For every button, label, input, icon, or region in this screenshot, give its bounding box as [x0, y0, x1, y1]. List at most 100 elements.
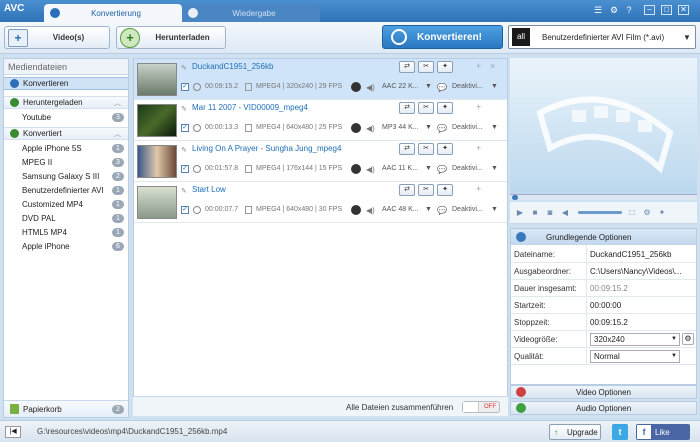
- list-item[interactable]: ✎ Start Low ⇄ ✂ ✦ + ✓ 00:00:07.7 MPEG4 |…: [134, 182, 507, 223]
- list-item[interactable]: ✎ DuckandC1951_256kb ⇄ ✂ ✦ + × ✓ 00:09:1…: [134, 59, 507, 100]
- upgrade-button[interactable]: ↑ Upgrade: [549, 424, 601, 440]
- sidebar-group-heruntergeladen[interactable]: Heruntergeladen ︿: [4, 96, 128, 109]
- add-video-button[interactable]: + Video(s): [4, 26, 110, 49]
- stop-time-field[interactable]: 00:09:15.2: [587, 318, 696, 327]
- subtitle-select[interactable]: Deaktivi...: [452, 124, 483, 131]
- video-thumbnail: [137, 145, 177, 178]
- facebook-like-button[interactable]: f Like: [636, 424, 690, 440]
- subtitle-select[interactable]: Deaktivi...: [452, 165, 483, 172]
- item-checkbox[interactable]: ✓: [181, 206, 189, 214]
- speech-bubble-icon: 💬: [437, 206, 447, 215]
- twitter-button[interactable]: t: [612, 424, 628, 440]
- video-size-select[interactable]: 320x240 ▼: [590, 332, 680, 346]
- audio-track-select[interactable]: AAC 48 K...: [382, 206, 419, 213]
- speech-bubble-icon: 💬: [437, 83, 447, 92]
- sidebar-item-converted[interactable]: Samsung Galaxy S III 2: [4, 170, 128, 183]
- maximize-button[interactable]: □: [661, 5, 672, 15]
- magic-wand-icon[interactable]: ✦: [437, 61, 453, 73]
- scissors-icon[interactable]: ✂: [418, 184, 434, 196]
- video-options-bar[interactable]: Video Optionen: [510, 385, 697, 399]
- list-item[interactable]: ✎ Mar 11 2007 - VID00009_mpeg4 ⇄ ✂ ✦ + ✓…: [134, 100, 507, 141]
- magic-wand-icon[interactable]: ✦: [437, 102, 453, 114]
- minimize-button[interactable]: –: [644, 5, 655, 15]
- camera-icon[interactable]: ◙: [544, 207, 556, 219]
- item-checkbox[interactable]: ✓: [181, 124, 189, 132]
- scissors-icon[interactable]: ✂: [418, 61, 434, 73]
- magic-wand-icon[interactable]: ✦: [437, 143, 453, 155]
- filename-field[interactable]: DuckandC1951_256kb: [587, 250, 696, 259]
- settings-icon[interactable]: ⚙: [641, 207, 653, 219]
- sidebar-item-youtube[interactable]: Youtube 3: [4, 111, 128, 124]
- output-format-select[interactable]: all Benutzerdefinierter AVI Film (*.avi)…: [508, 25, 696, 49]
- pencil-icon[interactable]: ✎: [181, 187, 188, 195]
- item-checkbox[interactable]: ✓: [181, 83, 189, 91]
- pencil-icon[interactable]: ✎: [181, 64, 188, 72]
- sidebar-group-konvertiert[interactable]: Konvertiert ︿: [4, 127, 128, 140]
- add-icon[interactable]: +: [476, 61, 481, 71]
- seek-handle[interactable]: [512, 195, 518, 200]
- stop-icon[interactable]: ■: [529, 207, 541, 219]
- menu-icon[interactable]: ☰: [592, 4, 604, 16]
- swap-icon[interactable]: ⇄: [399, 184, 415, 196]
- fullscreen-icon[interactable]: □: [626, 207, 638, 219]
- merge-toggle[interactable]: OFF: [462, 401, 500, 413]
- sidebar-item-konvertieren[interactable]: Konvertieren: [4, 77, 128, 90]
- close-button[interactable]: ✕: [678, 5, 689, 15]
- swap-icon[interactable]: ⇄: [399, 143, 415, 155]
- gear-icon[interactable]: ⚙: [608, 4, 620, 16]
- swap-icon[interactable]: ⇄: [399, 102, 415, 114]
- item-actions: ⇄ ✂ ✦: [399, 61, 456, 73]
- sidebar-item-converted[interactable]: Benutzerdefinierter AVI 1: [4, 184, 128, 197]
- add-icon[interactable]: +: [476, 102, 481, 112]
- sidebar-item-converted[interactable]: MPEG II 3: [4, 156, 128, 169]
- play-icon[interactable]: ▶: [514, 207, 526, 219]
- audio-track-select[interactable]: AAC 22 K...: [382, 83, 419, 90]
- options-header[interactable]: Grundlegende Optionen: [511, 229, 696, 245]
- help-icon[interactable]: ?: [623, 4, 635, 16]
- volume-slider[interactable]: [578, 211, 622, 214]
- download-button[interactable]: + Herunterladen: [116, 26, 226, 49]
- add-icon[interactable]: +: [476, 143, 481, 153]
- audio-options-bar[interactable]: Audio Optionen: [510, 401, 697, 415]
- sidebar-item-converted[interactable]: HTML5 MP4 1: [4, 226, 128, 239]
- quality-select[interactable]: Normal ▼: [590, 349, 680, 363]
- output-folder-field[interactable]: C:\Users\Nancy\Videos\...: [587, 267, 696, 276]
- skip-icon[interactable]: |◀: [5, 426, 21, 438]
- convert-icon: [10, 79, 19, 88]
- magic-wand-icon[interactable]: ✦: [437, 184, 453, 196]
- scissors-icon[interactable]: ✂: [418, 143, 434, 155]
- list-item[interactable]: ✎ Living On A Prayer - Sungha Jung_mpeg4…: [134, 141, 507, 182]
- close-icon[interactable]: ×: [490, 61, 495, 71]
- tab-konvertierung[interactable]: Konvertierung: [44, 4, 182, 22]
- audio-track-select[interactable]: MP3 44 K...: [382, 124, 419, 131]
- refresh-icon: [391, 29, 407, 45]
- sidebar-item-papierkorb[interactable]: Papierkorb 2: [4, 400, 128, 417]
- total-duration-value: 00:09:15.2: [590, 283, 628, 293]
- start-time-field[interactable]: 00:00:00: [587, 301, 696, 310]
- count-badge: 6: [112, 242, 124, 251]
- add-icon[interactable]: +: [476, 184, 481, 194]
- option-label: Ausgabeordner:: [511, 262, 587, 280]
- video-title: DuckandC1951_256kb: [192, 62, 274, 71]
- seek-bar[interactable]: [510, 194, 697, 200]
- subtitle-select[interactable]: Deaktivi...: [452, 206, 483, 213]
- trash-icon: [10, 404, 19, 414]
- subtitle-select[interactable]: Deaktivi...: [452, 83, 483, 90]
- pencil-icon[interactable]: ✎: [181, 146, 188, 154]
- sidebar-item-converted[interactable]: Customized MP4 1: [4, 198, 128, 211]
- gear-icon[interactable]: ⚙: [682, 333, 694, 345]
- audio-track-select[interactable]: AAC 11 K...: [382, 165, 418, 172]
- magic-wand-icon[interactable]: ✦: [656, 207, 668, 219]
- volume-icon[interactable]: ◀: [559, 207, 571, 219]
- clock-icon: [193, 165, 201, 173]
- convert-button[interactable]: Konvertieren!: [382, 25, 503, 49]
- item-checkbox[interactable]: ✓: [181, 165, 189, 173]
- pencil-icon[interactable]: ✎: [181, 105, 188, 113]
- sidebar-item-converted[interactable]: Apple iPhone 5S 1: [4, 142, 128, 155]
- scissors-icon[interactable]: ✂: [418, 102, 434, 114]
- sidebar-item-converted[interactable]: Apple iPhone 6: [4, 240, 128, 253]
- sidebar-item-converted[interactable]: DVD PAL 1: [4, 212, 128, 225]
- swap-icon[interactable]: ⇄: [399, 61, 415, 73]
- tab-wiedergabe[interactable]: Wiedergabe: [182, 4, 320, 22]
- file-icon: [245, 165, 252, 173]
